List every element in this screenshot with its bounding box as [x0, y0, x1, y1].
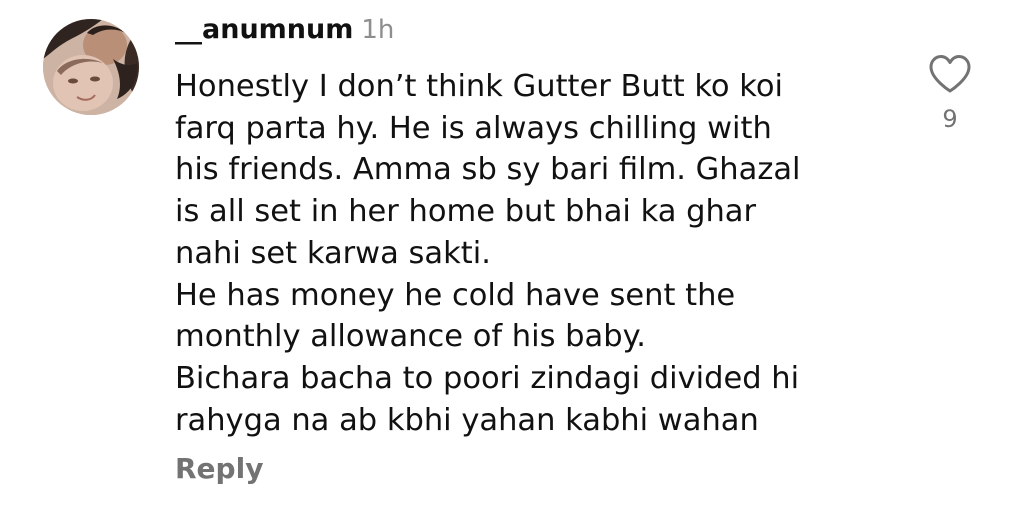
like-count: 9: [942, 105, 958, 133]
comment-text-line: nahi set karwa sakti.: [175, 235, 491, 271]
reply-button[interactable]: Reply: [175, 452, 263, 485]
heart-outline-icon[interactable]: [928, 54, 972, 94]
timestamp: 1h: [361, 15, 395, 45]
comment-text-line: his friends. Amma sb sy bari film. Ghaza…: [175, 152, 801, 188]
comment-text-line: farq parta hy. He is always chilling wit…: [175, 110, 772, 146]
comment: __anumnum 1h Honestly I don’t think Gutt…: [0, 0, 1024, 528]
comment-text: Honestly I don’t think Gutter Butt ko ko…: [175, 66, 895, 441]
like-control: 9: [926, 54, 974, 133]
username[interactable]: __anumnum: [175, 14, 353, 45]
comment-text-line: is all set in her home but bhai ka ghar: [175, 194, 757, 230]
avatar[interactable]: [43, 19, 139, 115]
comment-text-line: Bichara bacha to poori zindagi divided h…: [175, 360, 800, 396]
profile-photo-icon: [43, 19, 139, 115]
comment-text-line: Honestly I don’t think Gutter Butt ko ko…: [175, 69, 783, 104]
comment-text-line: rahyga na ab kbhi yahan kabhi wahan: [175, 402, 759, 438]
comment-header: __anumnum 1h: [175, 14, 394, 52]
comment-text-line: He has money he cold have sent the: [175, 277, 736, 313]
comment-text-line: monthly allowance of his baby.: [175, 319, 646, 355]
